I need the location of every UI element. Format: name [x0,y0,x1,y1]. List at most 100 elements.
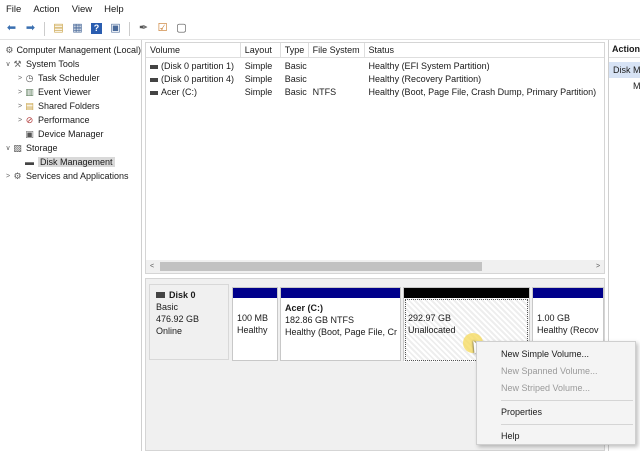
menu-item-new-simple-volume[interactable]: New Simple Volume... [477,346,635,363]
status-cell: Healthy (Boot, Page File, Crash Dump, Pr… [368,87,597,97]
tree-item-shared-folders[interactable]: > ▤ Shared Folders [0,99,141,113]
column-header-volume[interactable]: Volume [146,43,241,57]
menu-item-new-spanned-volume: New Spanned Volume... [501,366,598,376]
volume-icon [150,90,158,95]
menu-item-properties[interactable]: Properties [477,404,635,421]
menu-separator [501,424,633,425]
column-header-file-system[interactable]: File System [309,43,365,57]
back-arrow-icon: ⬅ [6,22,17,34]
scroll-left-icon[interactable]: < [146,263,158,270]
back-button[interactable]: ⬅ [4,21,19,36]
column-header-layout[interactable]: Layout [241,43,281,57]
tree-item-label: Performance [38,115,90,125]
key-icon: ✒ [138,22,149,34]
tree-item-storage[interactable]: ∨ ▧ Storage [0,141,141,155]
navigation-tree: ⚙ Computer Management (Local) ∨ ⚒ System… [0,40,142,451]
partition-size: 1.00 GB [537,313,571,323]
status-cell: Healthy (EFI System Partition) [368,61,490,71]
menu-separator [501,400,633,401]
chevron-right-icon[interactable]: > [16,75,24,82]
properties-button[interactable]: ▣ [108,21,123,36]
volume-icon [150,64,158,69]
horizontal-scrollbar[interactable]: < > [146,260,604,273]
table-row[interactable]: (Disk 0 partition 4) Simple Basic Health… [146,73,604,86]
tree-item-label: Task Scheduler [38,73,100,83]
partition-body: Acer (C:) 182.86 GB NTFS Healthy (Boot, … [281,298,400,344]
disk-icon [156,292,165,298]
volume-list-header: Volume Layout Type File System Status [146,43,604,58]
scrollbar-track[interactable] [158,262,592,271]
table-row[interactable]: (Disk 0 partition 1) Simple Basic Health… [146,60,604,73]
tree-item-label: Services and Applications [26,171,129,181]
performance-icon: ⊘ [25,114,34,125]
disk-label[interactable]: Disk 0 Basic 476.92 GB Online [149,284,229,360]
up-one-level-button[interactable]: ▤ [51,21,66,36]
tree-item-event-viewer[interactable]: > ▥ Event Viewer [0,85,141,99]
connect-button[interactable]: ✒ [136,21,151,36]
tree-item-task-scheduler[interactable]: > ◷ Task Scheduler [0,71,141,85]
disk-name: Disk 0 [169,290,196,300]
help-icon: ? [91,23,102,34]
chevron-right-icon[interactable]: > [16,117,24,124]
tree-item-label: Event Viewer [38,87,91,97]
volume-icon [150,77,158,82]
tree-item-performance[interactable]: > ⊘ Performance [0,113,141,127]
menu-item-help[interactable]: Help [477,428,635,445]
tree-item-computer-management[interactable]: ⚙ Computer Management (Local) [0,43,141,57]
table-row[interactable]: Acer (C:) Simple Basic NTFS Healthy (Boo… [146,86,604,99]
column-header-status[interactable]: Status [365,43,604,57]
chevron-right-icon[interactable]: > [4,173,12,180]
menu-bar: File Action View Help [0,0,640,18]
scroll-right-icon[interactable]: > [592,263,604,270]
menu-view[interactable]: View [66,4,98,15]
tree-item-label: Storage [26,143,58,153]
actions-header: Action [609,40,640,58]
actions-more[interactable]: M [609,78,640,94]
window-button[interactable]: ▢ [174,21,189,36]
help-button[interactable]: ? [89,21,104,36]
menu-help[interactable]: Help [98,4,130,15]
chevron-down-icon[interactable]: ∨ [4,60,12,68]
device-manager-icon: ▣ [25,128,34,139]
volume-cell: Acer (C:) [146,86,241,99]
menu-action[interactable]: Action [27,4,65,15]
partition-status: Healthy (Boot, Page File, Cr [285,327,398,337]
partition-c-drive[interactable]: Acer (C:) 182.86 GB NTFS Healthy (Boot, … [280,287,401,361]
chevron-right-icon[interactable]: > [16,89,24,96]
forward-button[interactable]: ➡ [23,21,38,36]
tree-item-device-manager[interactable]: ▣ Device Manager [0,127,141,141]
disk-size: 476.92 GB [156,314,200,324]
chevron-right-icon[interactable]: > [16,103,24,110]
volume-cell: (Disk 0 partition 4) [146,73,241,86]
partition-band [281,288,400,298]
toolbar-separator [44,21,45,36]
computer-management-icon: ⚙ [5,44,14,55]
partition-band [404,288,529,298]
partition-band [233,288,277,298]
menu-file[interactable]: File [0,4,27,15]
layout-cell: Simple [244,61,273,71]
system-tools-icon: ⚒ [13,58,22,69]
volume-cell: (Disk 0 partition 1) [146,60,241,73]
column-header-type[interactable]: Type [281,43,309,57]
tree-item-label: Disk Management [38,157,115,167]
layout-cell: Simple [244,74,273,84]
checklist-button[interactable]: ☑ [155,21,170,36]
scrollbar-thumb[interactable] [160,262,482,271]
chevron-down-icon[interactable]: ∨ [4,144,12,152]
file-system-cell: NTFS [312,87,337,97]
menu-item-new-striped-volume: New Striped Volume... [501,383,591,393]
tree-item-system-tools[interactable]: ∨ ⚒ System Tools [0,57,141,71]
context-menu: New Simple Volume... New Spanned Volume.… [476,341,636,445]
show-hide-console-tree-button[interactable]: ▦ [70,21,85,36]
tree-item-disk-management[interactable]: ▬ Disk Management [0,155,141,169]
file-system-cell [309,60,365,73]
partition-efi[interactable]: 100 MB Healthy [232,287,278,361]
console-tree-icon: ▦ [72,22,83,34]
partition-size: 182.86 GB NTFS [285,315,355,325]
checklist-icon: ☑ [157,22,168,34]
actions-disk-management[interactable]: Disk M [609,62,640,78]
tree-item-services-and-applications[interactable]: > ⚙ Services and Applications [0,169,141,183]
partition-body: 1.00 GB Healthy (Recov [533,298,603,342]
event-viewer-icon: ▥ [25,86,34,97]
